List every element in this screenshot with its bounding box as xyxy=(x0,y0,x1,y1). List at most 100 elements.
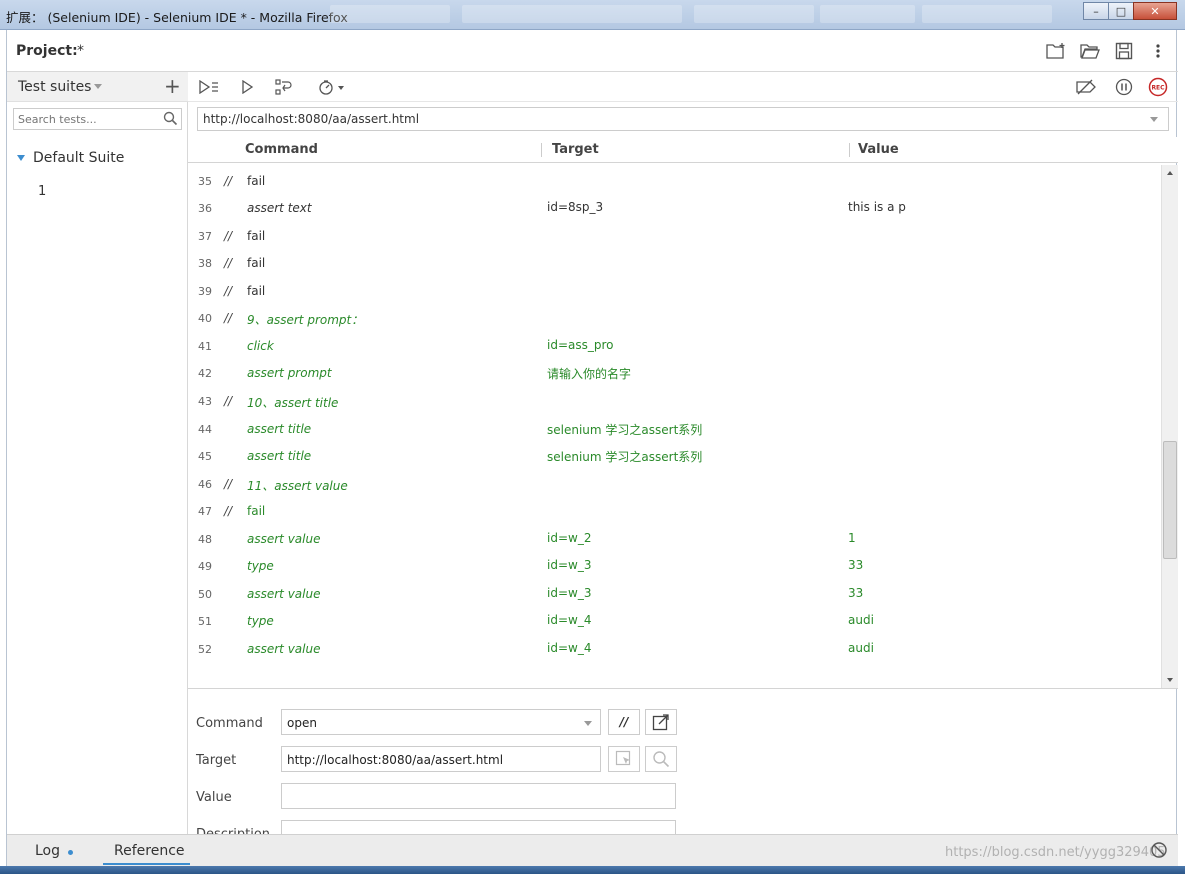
column-divider xyxy=(849,143,850,157)
scrollbar-thumb[interactable] xyxy=(1163,441,1177,559)
table-row[interactable]: 36 assert text id=8sp_3 this is a p xyxy=(188,195,1161,222)
row-command: fail xyxy=(247,174,266,188)
table-row[interactable]: 46 // 11、assert value xyxy=(188,471,1161,498)
chevron-down-icon[interactable] xyxy=(584,721,592,726)
comment-marker: // xyxy=(224,311,233,325)
table-row[interactable]: 38 // fail xyxy=(188,250,1161,277)
maximize-button[interactable]: □ xyxy=(1108,2,1134,20)
background-tab xyxy=(462,5,682,23)
table-row[interactable]: 52 assert value id=w_4 audi xyxy=(188,636,1161,663)
row-number: 38 xyxy=(198,257,212,270)
table-row[interactable]: 37 // fail xyxy=(188,223,1161,250)
table-row[interactable]: 41 click id=ass_pro xyxy=(188,333,1161,360)
row-command: assert prompt xyxy=(247,366,332,380)
comment-marker: // xyxy=(224,229,233,243)
table-row[interactable]: 51 type id=w_4 audi xyxy=(188,608,1161,635)
command-select[interactable]: open xyxy=(281,709,601,735)
test-item[interactable]: 1 xyxy=(38,184,46,199)
table-row[interactable]: 50 assert value id=w_3 33 xyxy=(188,581,1161,608)
more-options-icon[interactable] xyxy=(1148,41,1168,61)
background-tab xyxy=(330,5,450,23)
table-scrollbar[interactable] xyxy=(1161,165,1178,688)
row-value: 33 xyxy=(848,558,864,572)
base-url-field[interactable]: http://localhost:8080/aa/assert.html xyxy=(197,107,1169,131)
row-number: 50 xyxy=(198,588,212,601)
row-target: selenium 学习之assert系列 xyxy=(547,450,703,464)
value-field[interactable] xyxy=(281,783,676,809)
project-name[interactable]: * xyxy=(77,43,84,59)
row-value: 1 xyxy=(848,531,856,545)
scroll-up-icon[interactable] xyxy=(1167,171,1173,175)
row-command: fail xyxy=(247,504,266,518)
row-command: 10、assert title xyxy=(247,396,339,410)
column-divider xyxy=(541,143,542,157)
row-number: 41 xyxy=(198,340,212,353)
expand-triangle-icon[interactable] xyxy=(17,155,25,161)
tab-reference[interactable]: Reference xyxy=(114,843,185,859)
row-command: click xyxy=(247,339,274,353)
clear-log-icon[interactable] xyxy=(1150,841,1168,862)
select-target-button[interactable] xyxy=(608,746,640,772)
run-all-tests-icon[interactable] xyxy=(198,77,220,97)
background-tab xyxy=(820,5,915,23)
target-field[interactable]: http://localhost:8080/aa/assert.html xyxy=(281,746,601,772)
row-command: type xyxy=(247,559,274,573)
table-row[interactable]: 48 assert value id=w_2 1 xyxy=(188,526,1161,553)
suite-item[interactable]: Default Suite xyxy=(17,150,124,166)
scroll-down-icon[interactable] xyxy=(1167,678,1173,682)
table-row[interactable]: 42 assert prompt 请输入你的名字 xyxy=(188,360,1161,387)
table-row[interactable]: 44 assert title selenium 学习之assert系列 xyxy=(188,416,1161,443)
table-row[interactable]: 45 assert title selenium 学习之assert系列 xyxy=(188,443,1161,470)
table-row[interactable]: 49 type id=w_3 33 xyxy=(188,553,1161,580)
window-titlebar: 扩展： (Selenium IDE) - Selenium IDE * - Mo… xyxy=(0,0,1185,30)
disable-breakpoints-icon[interactable] xyxy=(1075,77,1097,97)
search-input[interactable] xyxy=(14,109,154,129)
search-icon[interactable] xyxy=(163,111,178,129)
run-test-icon[interactable] xyxy=(236,77,258,97)
row-number: 45 xyxy=(198,450,212,463)
row-number: 40 xyxy=(198,312,212,325)
table-row[interactable]: 43 // 10、assert title xyxy=(188,388,1161,415)
target-column-header: Target xyxy=(552,142,599,157)
command-table-body: 35 // fail 36 assert text id=8sp_3 this is a p… xyxy=(188,168,1161,688)
open-in-new-icon xyxy=(652,714,669,731)
save-project-icon[interactable] xyxy=(1114,41,1134,61)
add-suite-button[interactable]: + xyxy=(164,74,181,98)
chevron-down-icon[interactable] xyxy=(94,84,102,89)
open-reference-button[interactable] xyxy=(645,709,677,735)
table-row[interactable]: 47 // fail xyxy=(188,498,1161,525)
row-command: fail xyxy=(247,284,266,298)
row-value: 33 xyxy=(848,586,864,600)
search-tests xyxy=(13,108,182,130)
row-number: 37 xyxy=(198,230,212,243)
row-target: 请输入你的名字 xyxy=(547,367,632,381)
row-value: this is a p xyxy=(848,200,906,214)
record-icon[interactable]: REC xyxy=(1147,77,1169,97)
toggle-comment-button[interactable]: // xyxy=(608,709,640,735)
open-project-icon[interactable] xyxy=(1080,41,1100,61)
test-suites-header: Test suites + xyxy=(7,72,188,102)
close-window-button[interactable]: ✕ xyxy=(1133,2,1177,20)
find-target-button[interactable] xyxy=(645,746,677,772)
minimize-button[interactable]: – xyxy=(1083,2,1109,20)
row-number: 42 xyxy=(198,367,212,380)
new-project-icon[interactable] xyxy=(1046,41,1066,61)
table-row[interactable]: 39 // fail xyxy=(188,278,1161,305)
row-number: 47 xyxy=(198,505,212,518)
base-url-value: http://localhost:8080/aa/assert.html xyxy=(203,112,420,126)
row-target: id=w_2 xyxy=(547,531,592,545)
tab-log[interactable]: Log xyxy=(35,843,60,859)
pause-icon[interactable] xyxy=(1113,77,1135,97)
row-command: assert value xyxy=(247,587,321,601)
project-header: Project: * xyxy=(7,30,1178,72)
table-row[interactable]: 35 // fail xyxy=(188,168,1161,195)
test-suites-dropdown[interactable]: Test suites xyxy=(18,79,91,95)
comment-marker: // xyxy=(224,477,233,491)
speed-control-icon[interactable] xyxy=(317,77,349,97)
step-over-icon[interactable] xyxy=(273,77,295,97)
table-row[interactable]: 40 // 9、assert prompt： xyxy=(188,305,1161,332)
os-taskbar xyxy=(0,866,1185,874)
chevron-down-icon[interactable] xyxy=(1150,117,1158,122)
row-target: id=w_4 xyxy=(547,613,592,627)
project-actions xyxy=(1046,41,1168,61)
